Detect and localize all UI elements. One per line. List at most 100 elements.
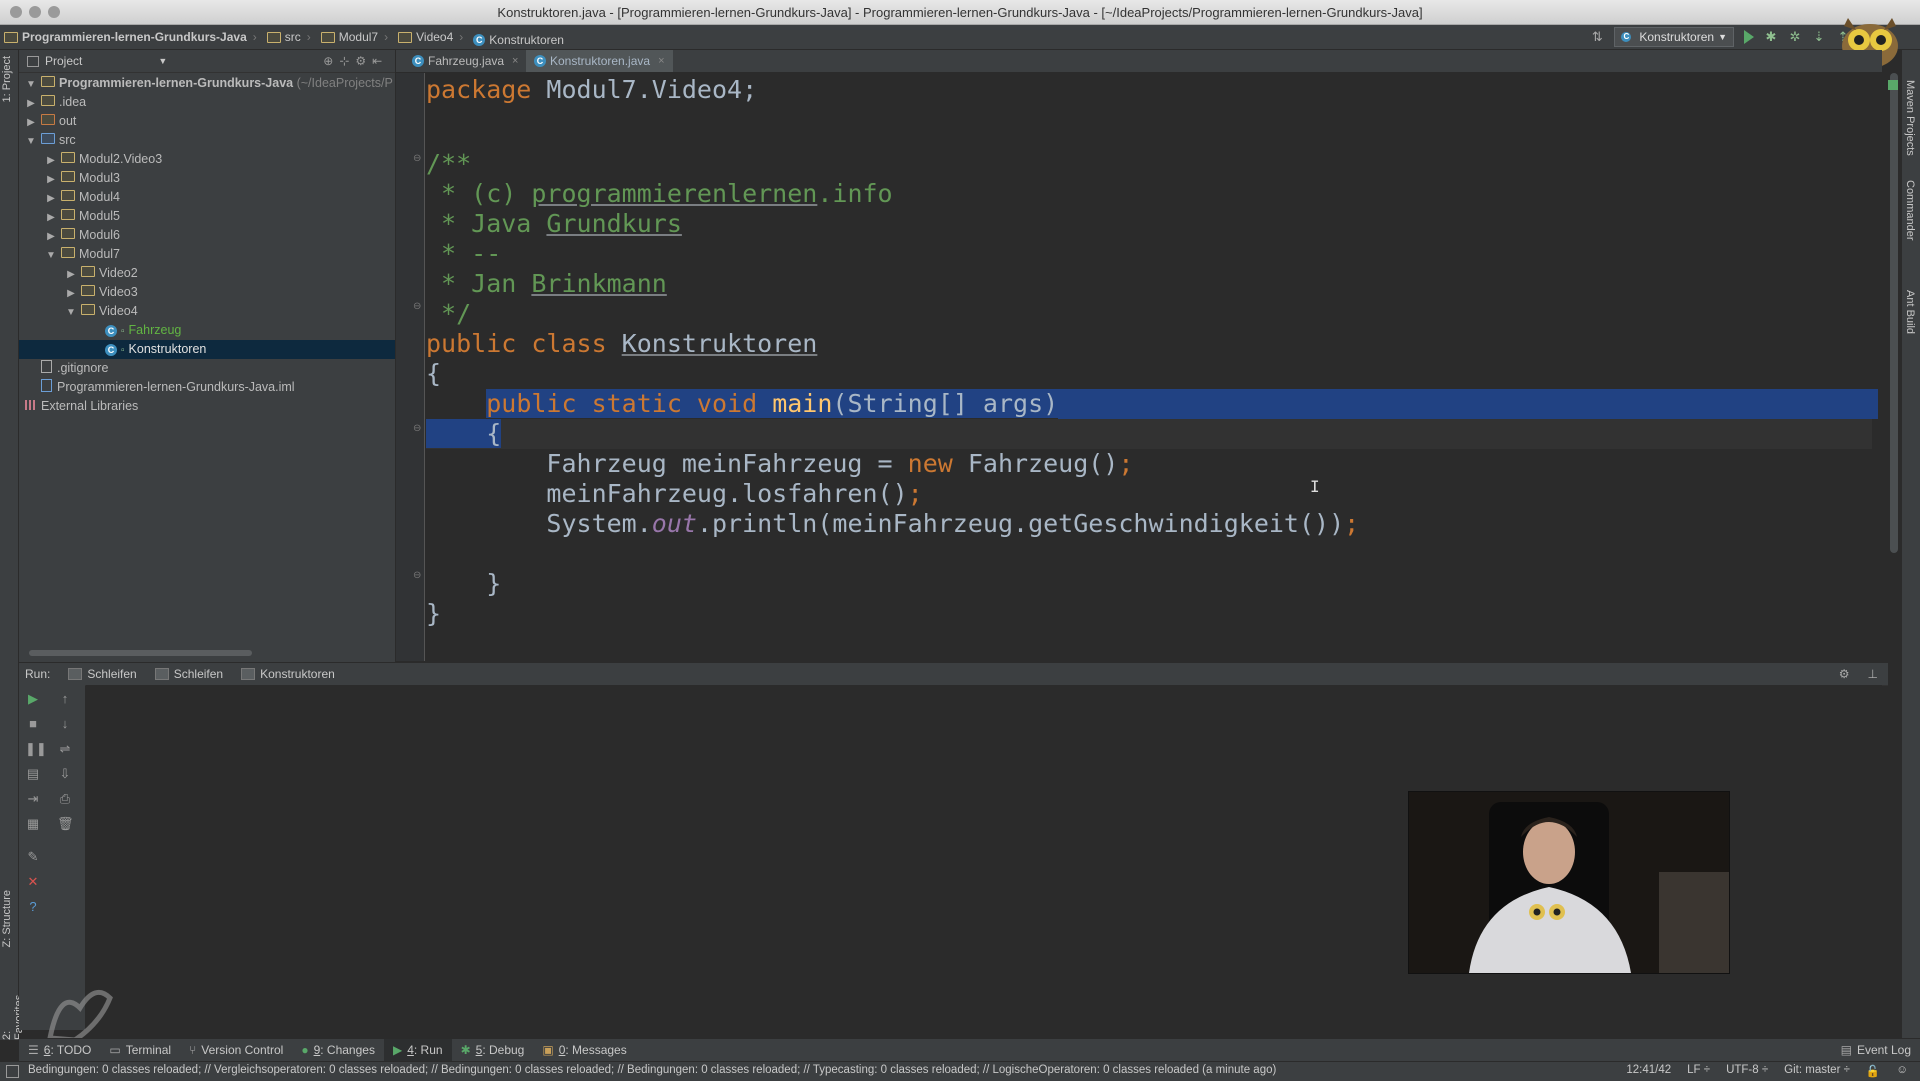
debug-icon[interactable]: ✱ xyxy=(1764,30,1778,44)
soft-wrap-icon[interactable]: ⇌ xyxy=(57,741,73,757)
down-arrow-icon[interactable]: ↓ xyxy=(57,716,73,732)
tree-item-video4[interactable]: ▼ Video4 xyxy=(19,302,395,321)
chevron-down-icon[interactable]: ▼ xyxy=(158,56,167,66)
stop-icon[interactable]: ■ xyxy=(25,716,41,732)
code-editor[interactable]: ⊖ ⊖ ⊖ ⊖ package Modul7.Video4; /** * (c)… xyxy=(396,73,1882,661)
run-button[interactable] xyxy=(1744,30,1754,44)
ant-build-tab[interactable]: Ant Build xyxy=(1904,290,1916,334)
tree-item-video2[interactable]: ▶ Video2 xyxy=(19,264,395,283)
breadcrumb-video4[interactable]: Video4 › xyxy=(394,25,469,49)
project-view-select[interactable]: Project xyxy=(45,54,82,68)
inspection-ok-indicator[interactable] xyxy=(1888,80,1898,90)
tab-fahrzeug-java[interactable]: C Fahrzeug.java × xyxy=(404,50,526,72)
structure-tool-tab[interactable]: Z: Structure xyxy=(1,890,13,947)
code-line-comment-4: * Jan Brinkmann xyxy=(426,269,667,298)
run-tab-konstruktoren[interactable]: Konstruktoren xyxy=(241,667,335,681)
tree-item-modul3[interactable]: ▶ Modul3 xyxy=(19,169,395,188)
chevron-down-icon: ▼ xyxy=(26,79,36,90)
trash-icon[interactable]: 🗑 xyxy=(57,816,74,832)
tree-item-gitignore[interactable]: .gitignore xyxy=(19,359,395,378)
status-message[interactable]: Bedingungen: 0 classes reloaded; // Verg… xyxy=(28,1064,1276,1076)
dump-threads-icon[interactable]: ▤ xyxy=(25,766,41,782)
line-separator-select[interactable]: LF ÷ xyxy=(1687,1064,1710,1078)
tree-item-iml[interactable]: Programmieren-lernen-Grundkurs-Java.iml xyxy=(19,378,395,397)
print-icon[interactable]: ⎙ xyxy=(57,791,73,807)
changes-tool-button[interactable]: ● 9: Changes xyxy=(292,1039,384,1061)
gear-icon[interactable]: ⚙ xyxy=(1839,667,1850,681)
todo-tool-button[interactable]: ☰ 6: TODO xyxy=(19,1039,100,1061)
tree-item-src[interactable]: ▼ src xyxy=(19,131,395,150)
fold-icon[interactable]: ⊖ xyxy=(413,301,421,312)
editor-gutter[interactable]: ⊖ ⊖ ⊖ ⊖ xyxy=(396,73,425,661)
status-toggle-icon[interactable] xyxy=(6,1065,19,1078)
breadcrumb-src[interactable]: src › xyxy=(263,25,317,49)
breadcrumb-konstruktoren[interactable]: C Konstruktoren xyxy=(469,28,570,52)
close-tab-icon[interactable]: × xyxy=(658,55,664,67)
lock-icon[interactable]: 🔓 xyxy=(1866,1064,1880,1078)
tree-item-konstruktoren[interactable]: C ▫ Konstruktoren xyxy=(19,340,395,359)
editor-vertical-scrollbar[interactable] xyxy=(1890,73,1898,553)
tab-konstruktoren-java[interactable]: C Konstruktoren.java × xyxy=(526,50,673,72)
layout-icon[interactable]: ▦ xyxy=(25,816,41,832)
coverage-icon[interactable]: ✲ xyxy=(1788,30,1802,44)
version-control-tool-button[interactable]: ⑂ Version Control xyxy=(180,1039,292,1061)
git-branch-select[interactable]: Git: master ÷ xyxy=(1784,1064,1850,1078)
hide-panel-icon[interactable]: ⇤ xyxy=(372,54,382,68)
collapse-all-icon[interactable]: ⊹ xyxy=(339,54,349,68)
window-title-bar: Konstruktoren.java - [Programmieren-lern… xyxy=(0,0,1920,25)
exit-icon[interactable]: ⇥ xyxy=(25,791,41,807)
encoding-select[interactable]: UTF-8 ÷ xyxy=(1726,1064,1768,1078)
close-icon[interactable]: ✕ xyxy=(25,874,41,890)
project-folder-icon xyxy=(4,31,18,43)
build-icon[interactable]: ⇅ xyxy=(1590,30,1604,44)
project-tool-tab[interactable]: 1: Project xyxy=(1,56,13,102)
tree-item-modul7[interactable]: ▼ Modul7 xyxy=(19,245,395,264)
rerun-icon[interactable]: ▶ xyxy=(25,691,41,707)
pin-icon[interactable]: ✎ xyxy=(25,849,41,865)
messages-tool-button[interactable]: ▣ 0: Messages xyxy=(533,1039,635,1061)
tree-item-modul6[interactable]: ▶ Modul6 xyxy=(19,226,395,245)
fold-icon[interactable]: ⊖ xyxy=(413,153,421,164)
run-tool-button[interactable]: ▶ 4: Run xyxy=(383,1039,452,1061)
tree-item-modul2-video3[interactable]: ▶ Modul2.Video3 xyxy=(19,150,395,169)
tree-item-fahrzeug[interactable]: C ▫ Fahrzeug xyxy=(19,321,395,340)
commander-tab[interactable]: Commander xyxy=(1904,180,1916,241)
scroll-to-end-icon[interactable]: ⇩ xyxy=(57,766,73,782)
help-icon[interactable]: ? xyxy=(25,899,41,915)
up-arrow-icon[interactable]: ↑ xyxy=(57,691,73,707)
fold-icon[interactable]: ⊖ xyxy=(413,423,421,434)
tree-item-external-libraries[interactable]: External Libraries xyxy=(19,397,395,416)
caret-position[interactable]: 12:41/42 xyxy=(1626,1064,1671,1078)
code-area[interactable]: package Modul7.Video4; /** * (c) program… xyxy=(426,73,1882,661)
maven-projects-tab[interactable]: Maven Projects xyxy=(1904,80,1916,156)
event-log-tool-button[interactable]: ▤ Event Log xyxy=(1832,1039,1920,1061)
close-tab-icon[interactable]: × xyxy=(512,55,518,67)
tree-item-modul4[interactable]: ▶ Modul4 xyxy=(19,188,395,207)
sync-icon[interactable]: ⊕ xyxy=(323,54,333,68)
navigation-bar: Programmieren-lernen-Grundkurs-Java › src ›… xyxy=(0,25,1920,50)
tree-item-out[interactable]: ▶ out xyxy=(19,112,395,131)
package-icon xyxy=(61,209,75,220)
tree-item-modul5[interactable]: ▶ Modul5 xyxy=(19,207,395,226)
breadcrumb-modul7[interactable]: Modul7 › xyxy=(317,25,394,49)
tree-item-video3[interactable]: ▶ Video3 xyxy=(19,283,395,302)
chevron-right-icon: ▶ xyxy=(67,288,75,299)
run-tab-schleifen-1[interactable]: Schleifen xyxy=(68,667,137,681)
hector-icon[interactable]: ☺ xyxy=(1896,1064,1908,1078)
project-horizontal-scrollbar[interactable] xyxy=(29,650,252,656)
fold-icon[interactable]: ⊖ xyxy=(413,570,421,581)
tree-root[interactable]: ▼ Programmieren-lernen-Grundkurs-Java (~/… xyxy=(19,74,395,93)
chevron-right-icon: ▶ xyxy=(47,193,55,204)
code-line-main-brace-close: } xyxy=(426,569,502,598)
gear-icon[interactable]: ⚙ xyxy=(355,54,366,68)
run-tab-schleifen-2[interactable]: Schleifen xyxy=(154,667,223,681)
debug-tool-button[interactable]: ✱ 5: Debug xyxy=(452,1039,534,1061)
terminal-tool-button[interactable]: ▭ Terminal xyxy=(100,1039,180,1061)
pause-icon[interactable]: ❚❚ xyxy=(25,741,47,757)
editor-tabs: C Fahrzeug.java × C Konstruktoren.java × xyxy=(396,50,1882,73)
breadcrumb-project[interactable]: Programmieren-lernen-Grundkurs-Java › xyxy=(0,25,263,49)
tree-item-idea[interactable]: ▶ .idea xyxy=(19,93,395,112)
vcs-update-icon[interactable]: ⇣ xyxy=(1812,30,1826,44)
hide-panel-icon[interactable]: ⊥ xyxy=(1868,667,1878,681)
run-configuration-select[interactable]: C Konstruktoren ▼ xyxy=(1614,27,1734,47)
